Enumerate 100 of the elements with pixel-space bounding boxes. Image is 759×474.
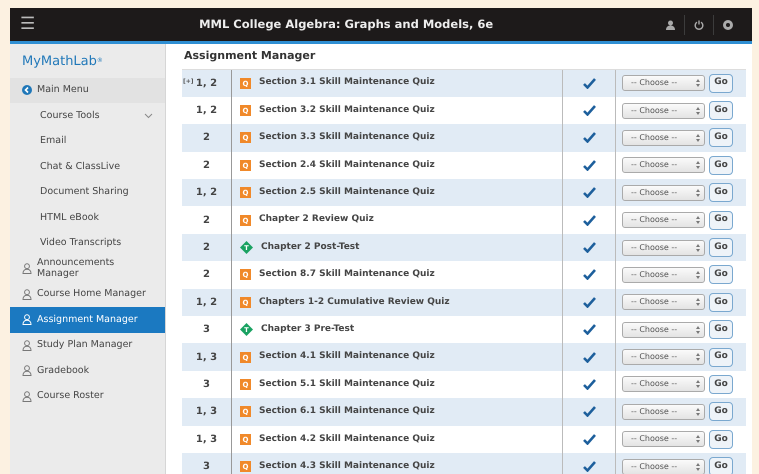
dropdown-arrows-icon bbox=[696, 435, 700, 444]
dropdown-arrows-icon bbox=[696, 353, 700, 362]
go-button[interactable]: Go bbox=[709, 210, 733, 230]
person-icon bbox=[22, 288, 32, 300]
go-button[interactable]: Go bbox=[709, 457, 733, 474]
sidebar-item[interactable]: Main Menu bbox=[10, 78, 165, 103]
go-button[interactable]: Go bbox=[709, 128, 733, 148]
choose-dropdown[interactable]: -- Choose -- bbox=[622, 102, 705, 119]
assignment-title[interactable]: Chapter 2 Post-Test bbox=[261, 240, 360, 254]
assignment-title[interactable]: Chapters 1-2 Cumulative Review Quiz bbox=[259, 296, 450, 310]
chapter-cell-text: 2 bbox=[203, 268, 210, 282]
choose-dropdown[interactable]: -- Choose -- bbox=[622, 266, 705, 283]
person-icon bbox=[22, 340, 32, 351]
choose-dropdown[interactable]: -- Choose -- bbox=[622, 157, 705, 174]
assignment-title[interactable]: Section 3.2 Skill Maintenance Quiz bbox=[259, 104, 435, 118]
go-button[interactable]: Go bbox=[709, 156, 733, 175]
chapter-cell-text: 1, 3 bbox=[196, 432, 218, 447]
choose-dropdown[interactable]: -- Choose -- bbox=[622, 212, 705, 228]
page-heading: Assignment Manager bbox=[184, 48, 316, 64]
sidebar-item[interactable]: Document Sharing bbox=[10, 180, 165, 205]
assignment-title[interactable]: Section 8.7 Skill Maintenance Quiz bbox=[259, 268, 435, 282]
course-title: MML College Algebra: Graphs and Models, 6e bbox=[198, 16, 494, 33]
person-icon bbox=[22, 263, 32, 274]
dropdown-arrows-icon bbox=[696, 270, 700, 279]
dropdown-arrows-icon bbox=[696, 298, 700, 306]
choose-dropdown[interactable]: -- Choose -- bbox=[622, 240, 705, 256]
dropdown-arrows-icon bbox=[696, 188, 700, 197]
go-button[interactable]: Go bbox=[709, 402, 733, 422]
choose-dropdown[interactable]: -- Choose -- bbox=[622, 294, 705, 310]
go-button[interactable]: Go bbox=[709, 183, 733, 202]
assignment-title[interactable]: Section 2.4 Skill Maintenance Quiz bbox=[259, 158, 435, 172]
choose-dropdown[interactable]: -- Choose -- bbox=[622, 376, 705, 392]
chapter-cell-text: 2 bbox=[203, 131, 210, 146]
go-button[interactable]: Go bbox=[709, 374, 733, 394]
chapter-cell-text: 1, 2 bbox=[196, 296, 218, 310]
go-button[interactable]: Go bbox=[709, 101, 733, 120]
dropdown-arrows-icon bbox=[696, 79, 700, 88]
dropdown-arrows-icon bbox=[696, 408, 700, 416]
dropdown-arrows-icon bbox=[696, 326, 700, 334]
assignment-title[interactable]: Section 3.3 Skill Maintenance Quiz bbox=[259, 131, 435, 145]
choose-dropdown[interactable]: -- Choose -- bbox=[622, 349, 705, 366]
chapter-cell-text: 1, 2 bbox=[196, 104, 218, 118]
chapter-cell-text: 1, 2 bbox=[196, 76, 218, 91]
sidebar-item[interactable]: Course Roster bbox=[10, 384, 165, 409]
choose-dropdown[interactable]: -- Choose -- bbox=[622, 458, 705, 474]
chevron-icon[interactable] bbox=[144, 112, 153, 120]
dropdown-arrows-icon bbox=[696, 216, 700, 224]
choose-dropdown[interactable]: -- Choose -- bbox=[622, 130, 705, 146]
go-button[interactable]: Go bbox=[709, 430, 733, 449]
person-icon bbox=[22, 365, 32, 376]
chapter-cell-text: 2 bbox=[203, 241, 210, 256]
dropdown-arrows-icon bbox=[696, 244, 700, 252]
brand-logo: MyMathLab$^{®}$ bbox=[21, 53, 104, 71]
choose-dropdown[interactable]: -- Choose -- bbox=[622, 184, 705, 201]
chapter-cell-text: 2 bbox=[203, 158, 210, 173]
choose-dropdown[interactable]: -- Choose -- bbox=[622, 75, 705, 92]
chapter-cell-text: 3 bbox=[203, 323, 210, 338]
chapter-cell-text: 1, 3 bbox=[196, 405, 218, 420]
assignment-title[interactable]: Section 3.1 Skill Maintenance Quiz bbox=[259, 76, 435, 90]
menu-icon[interactable]: ☰ bbox=[20, 16, 36, 33]
choose-dropdown[interactable]: -- Choose -- bbox=[622, 322, 705, 338]
chapter-cell-text: 1, 3 bbox=[196, 350, 218, 365]
chapter-cell-text: 1, 2 bbox=[196, 186, 218, 200]
sidebar-item[interactable]: Gradebook bbox=[10, 358, 165, 384]
assignment-title[interactable]: Section 4.1 Skill Maintenance Quiz bbox=[259, 350, 435, 364]
back-arrow-icon bbox=[22, 85, 32, 96]
go-button[interactable]: Go bbox=[709, 238, 733, 258]
assignment-title[interactable]: Chapter 3 Pre-Test bbox=[261, 322, 354, 336]
chapter-cell-text: 3 bbox=[203, 460, 210, 474]
chapter-cell-text: 3 bbox=[203, 378, 210, 392]
assignment-title[interactable]: Section 6.1 Skill Maintenance Quiz bbox=[259, 405, 435, 419]
dropdown-arrows-icon bbox=[696, 106, 700, 115]
sidebar-item[interactable]: Video Transcripts bbox=[10, 230, 165, 256]
sidebar-item[interactable]: Assignment Manager bbox=[10, 307, 165, 332]
go-button[interactable]: Go bbox=[709, 292, 733, 312]
sidebar-item[interactable]: Announcements Manager bbox=[10, 256, 165, 282]
go-button[interactable]: Go bbox=[709, 265, 733, 284]
sidebar-item[interactable]: Email bbox=[10, 128, 165, 154]
choose-dropdown[interactable]: -- Choose -- bbox=[622, 404, 705, 420]
user-icon[interactable] bbox=[666, 20, 675, 30]
go-button[interactable]: Go bbox=[709, 74, 733, 93]
dropdown-arrows-icon bbox=[696, 134, 700, 142]
choose-dropdown[interactable]: -- Choose -- bbox=[622, 431, 705, 448]
sidebar-item[interactable]: HTML eBook bbox=[10, 205, 165, 230]
sidebar-item[interactable]: Study Plan Manager bbox=[10, 332, 165, 358]
assignment-title[interactable]: Chapter 2 Review Quiz bbox=[259, 213, 374, 227]
sidebar-item[interactable]: Chat & ClassLive bbox=[10, 154, 165, 180]
assignment-title[interactable]: Section 4.2 Skill Maintenance Quiz bbox=[259, 432, 435, 446]
person-icon bbox=[22, 390, 32, 402]
sidebar-item[interactable]: Course Tools bbox=[10, 103, 165, 128]
person-icon bbox=[22, 314, 32, 326]
chapter-cell-text: 2 bbox=[203, 214, 210, 228]
dropdown-arrows-icon bbox=[696, 380, 700, 388]
assignment-title[interactable]: Section 4.3 Skill Maintenance Quiz bbox=[259, 460, 435, 474]
assignment-title[interactable]: Section 5.1 Skill Maintenance Quiz bbox=[259, 378, 435, 392]
assignment-title[interactable]: Section 2.5 Skill Maintenance Quiz bbox=[259, 186, 435, 200]
sidebar-item[interactable]: Course Home Manager bbox=[10, 282, 165, 307]
go-button[interactable]: Go bbox=[709, 320, 733, 340]
go-button[interactable]: Go bbox=[709, 348, 733, 367]
power-icon[interactable] bbox=[694, 20, 704, 30]
